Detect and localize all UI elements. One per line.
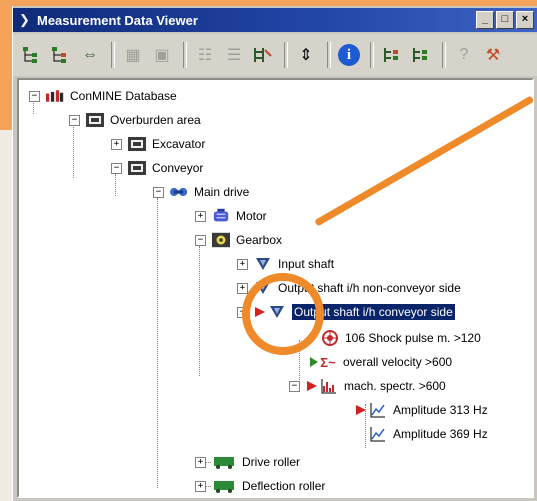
- toolbar-separator: [327, 42, 331, 68]
- toolbar-separator: [442, 42, 446, 68]
- tree-left-icon[interactable]: [379, 41, 405, 69]
- tree-node-label: mach. spectr. >600: [344, 379, 446, 393]
- collapse-toggle[interactable]: −: [69, 114, 80, 126]
- motor-icon: [212, 208, 230, 224]
- tree-node-label: Drive roller: [242, 455, 301, 469]
- hierarchy-icon[interactable]: [250, 41, 276, 69]
- tree-node-label: Amplitude 313 Hz: [393, 403, 488, 417]
- amplitude-trend-icon: [369, 402, 387, 418]
- maximize-button[interactable]: □: [496, 11, 514, 29]
- tree-node-excavator[interactable]: + Excavator: [111, 134, 205, 154]
- status-ok-flag-icon: [309, 354, 319, 370]
- tree-node-overburden-area[interactable]: − Overburden area: [69, 110, 201, 130]
- toolbar-separator: [183, 42, 187, 68]
- roller-icon: [212, 478, 236, 494]
- tree-node-label: Gearbox: [236, 233, 283, 247]
- database-icon: [46, 88, 64, 104]
- swap-arrows-icon[interactable]: ⇔: [77, 41, 103, 69]
- tree-node-database[interactable]: − ConMINE Database: [29, 86, 177, 106]
- tree-node-label: Deflection roller: [242, 479, 326, 493]
- orange-frame-left: [0, 0, 12, 130]
- toolbar-separator: [370, 42, 374, 68]
- dialog-icon[interactable]: ▣: [149, 41, 175, 69]
- roller-icon: [212, 454, 236, 470]
- grid-icon[interactable]: ▦: [120, 41, 146, 69]
- toolbar-separator: [284, 42, 288, 68]
- collapse-toggle[interactable]: −: [111, 162, 122, 174]
- tree-node-label: Overburden area: [110, 113, 201, 127]
- title-bar[interactable]: ❯ Measurement Data Viewer _ □ ×: [13, 8, 537, 32]
- tree-node-label: Conveyor: [152, 161, 204, 175]
- tree-node-shock-pulse[interactable]: 106 Shock pulse m. >120: [321, 328, 481, 348]
- list-icon[interactable]: ☷: [192, 41, 218, 69]
- collapse-toggle[interactable]: −: [153, 186, 164, 198]
- amplitude-trend-icon: [369, 426, 387, 442]
- tree-node-label: ConMINE Database: [70, 89, 177, 103]
- tree-node-label: Amplitude 369 Hz: [393, 427, 488, 441]
- collapse-toggle[interactable]: −: [29, 90, 40, 102]
- tree-node-label: 106 Shock pulse m. >120: [345, 331, 481, 345]
- tree-add-icon[interactable]: [19, 41, 45, 69]
- tree-branch-icon[interactable]: [48, 41, 74, 69]
- tree-node-label: Excavator: [152, 137, 206, 151]
- tree-right-icon[interactable]: [408, 41, 434, 69]
- info-icon: i: [338, 44, 360, 66]
- tree-node-label: Main drive: [194, 185, 250, 199]
- minimize-button[interactable]: _: [476, 11, 494, 29]
- tree-node-amplitude-369[interactable]: Amplitude 369 Hz: [369, 424, 488, 444]
- drive-icon: [170, 184, 188, 200]
- gearbox-icon: [212, 232, 230, 248]
- close-button[interactable]: ×: [516, 11, 534, 29]
- expand-toggle[interactable]: +: [195, 210, 206, 222]
- collapse-toggle[interactable]: −: [195, 234, 206, 246]
- toolbar-separator: [111, 42, 115, 68]
- spectrum-icon: [320, 378, 338, 394]
- arrows-vertical-icon[interactable]: ⇕: [293, 41, 319, 69]
- tree-node-gearbox[interactable]: − Gearbox: [195, 230, 282, 250]
- measurement-data-viewer-window: ❯ Measurement Data Viewer _ □ × ⇔ ▦ ▣ ☷ …: [12, 6, 537, 501]
- help-icon[interactable]: ?: [451, 41, 477, 69]
- expand-toggle[interactable]: +: [111, 138, 122, 150]
- tree-node-deflection-roller[interactable]: + Deflection roller: [195, 476, 325, 496]
- list-alt-icon[interactable]: ☰: [221, 41, 247, 69]
- tree-node-overall-velocity[interactable]: Σ~ overall velocity >600: [309, 352, 452, 372]
- tree-node-main-drive[interactable]: − Main drive: [153, 182, 249, 202]
- tree-node-amplitude-313[interactable]: Amplitude 313 Hz: [355, 400, 488, 420]
- tree-node-motor[interactable]: + Motor: [195, 206, 267, 226]
- toolbar: ⇔ ▦ ▣ ☷ ☰ ⇕ i ? ⚒: [13, 34, 537, 76]
- shock-pulse-icon: [321, 330, 339, 346]
- expand-toggle[interactable]: +: [237, 258, 248, 270]
- measuring-point-icon: [254, 256, 272, 272]
- window-controls: _ □ ×: [476, 11, 534, 29]
- tree-node-drive-roller[interactable]: + Drive roller: [195, 452, 300, 472]
- alarm-flag-icon: [306, 378, 318, 394]
- expand-toggle[interactable]: +: [195, 456, 206, 468]
- tree-node-label: overall velocity >600: [343, 355, 453, 369]
- alarm-flag-icon: [355, 402, 367, 418]
- tree-node-label: Input shaft: [278, 257, 335, 271]
- app-icon: ❯: [19, 12, 30, 27]
- tree-node-conveyor[interactable]: − Conveyor: [111, 158, 203, 178]
- velocity-sigma-icon: Σ~: [320, 354, 336, 370]
- tree-node-input-shaft[interactable]: + Input shaft: [237, 254, 334, 274]
- expand-toggle[interactable]: +: [237, 282, 248, 294]
- tree-node-label: Motor: [236, 209, 267, 223]
- tree-node-machine-spectrum[interactable]: − mach. spectr. >600: [289, 376, 446, 396]
- tool-icon[interactable]: ⚒: [480, 41, 506, 69]
- info-button[interactable]: i: [336, 41, 362, 69]
- collapse-toggle[interactable]: −: [289, 380, 300, 392]
- callout-highlight-ring: [242, 273, 324, 355]
- expand-toggle[interactable]: +: [195, 480, 206, 492]
- folder-icon: [128, 136, 146, 152]
- window-title: Measurement Data Viewer: [37, 13, 198, 28]
- folder-icon: [86, 112, 104, 128]
- folder-icon: [128, 160, 146, 176]
